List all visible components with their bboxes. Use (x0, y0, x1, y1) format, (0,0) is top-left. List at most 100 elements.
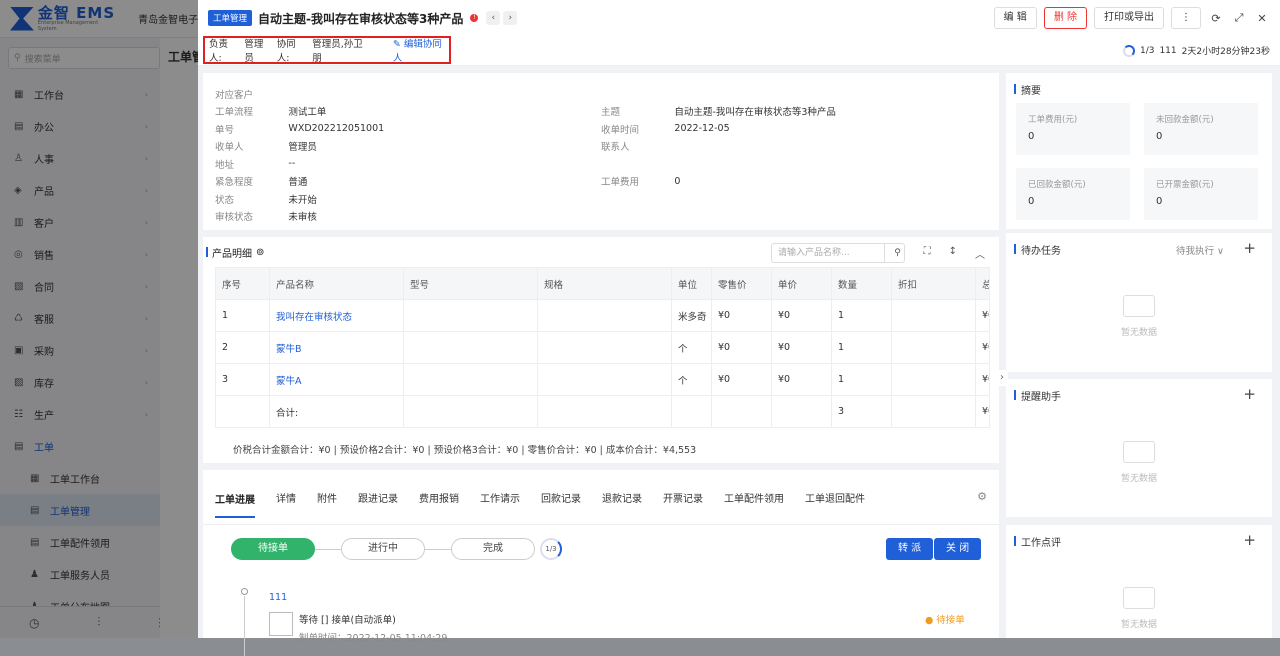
table-cell (891, 363, 976, 396)
empty-box-icon (1123, 295, 1155, 317)
close-order-button[interactable]: 关 闭 (934, 538, 982, 560)
info-card: 对应客户 工单流程 测试工单 主题 自动主题-我叫存在审核状态等3种产品 单号 WXD20… (203, 73, 999, 230)
step-pending: 待接单 (231, 538, 315, 560)
info-label: 地址 (215, 159, 235, 171)
expand-icon[interactable]: ⛶ (924, 246, 931, 261)
tab-item[interactable]: 开票记录 (663, 490, 703, 505)
add-reminder-icon[interactable]: + (1243, 385, 1256, 403)
table-cell (537, 395, 672, 428)
tab-item[interactable]: 工单退回配件 (805, 490, 865, 505)
tab-item[interactable]: 退款记录 (602, 490, 642, 505)
subheader: 负责人: 管理员 协同人: 管理员,孙卫朋 ✎ 编辑协同人 1/3 111 2天… (198, 36, 1280, 66)
prev-icon[interactable]: ‹ (486, 11, 501, 25)
modal-overlay[interactable] (0, 0, 198, 638)
review-card: 工作点评 + 暂无数据 (1006, 525, 1272, 638)
table-cell: ¥0 (975, 331, 990, 364)
gear-icon[interactable]: ⚙ (977, 490, 987, 503)
info-label: 联系人 (601, 142, 630, 154)
todo-title: 待办任务 (1021, 245, 1061, 257)
collapse-panel-icon[interactable]: › (996, 370, 1008, 386)
todo-header: 待办任务 待我执行 ∨ + (1006, 233, 1272, 265)
print-export-button[interactable]: 打印或导出 (1094, 7, 1164, 29)
metric-label: 已回款金额(元) (1028, 180, 1086, 190)
tab-item[interactable]: 附件 (317, 490, 337, 505)
collapse-up-icon[interactable]: ︿ (975, 246, 985, 261)
info-label: 审核状态 (215, 212, 254, 224)
review-title: 工作点评 (1021, 537, 1061, 549)
settings-icon[interactable]: ⊚ (256, 247, 264, 258)
transfer-button[interactable]: 转 派 (886, 538, 934, 560)
sort-icon[interactable]: ↕ (949, 246, 957, 261)
table-cell: ¥0 (711, 331, 772, 364)
page-title: 自动主题-我叫存在审核状态等3种产品 (258, 11, 464, 26)
step-count: 1/3 (540, 538, 562, 560)
pencil-icon: ✎ (392, 39, 401, 50)
empty-text: 暂无数据 (1120, 620, 1157, 630)
table-cell: 1 (831, 331, 892, 364)
timeline-line (244, 596, 245, 656)
info-value: -- (288, 158, 296, 170)
timeline-title[interactable]: 111 (269, 592, 287, 603)
add-todo-icon[interactable]: + (1243, 239, 1256, 257)
table-header-cell: 单价 (771, 267, 832, 300)
info-value: 未审核 (288, 212, 317, 224)
table-row: 2蒙牛B个¥0¥01¥0 (215, 331, 990, 364)
tab-item[interactable]: 工作请示 (480, 490, 520, 505)
table-header-cell: 型号 (403, 267, 538, 300)
tab-item[interactable]: 费用报销 (419, 490, 459, 505)
add-review-icon[interactable]: + (1243, 531, 1256, 549)
fullscreen-icon[interactable]: ⤢ (1231, 11, 1247, 25)
table-header-cell: 零售价 (711, 267, 772, 300)
table-cell: 1 (831, 363, 892, 396)
owner-label: 负责人: (209, 39, 229, 64)
info-label: 状态 (215, 194, 235, 206)
owner-value: 管理员 (244, 39, 264, 64)
table-cell (891, 331, 976, 364)
summary-title: 摘要 (1021, 85, 1041, 97)
table-cell (403, 363, 538, 396)
info-value: 0 (674, 175, 681, 187)
tab-item[interactable]: 工单进展 (215, 491, 255, 518)
section-bar (206, 247, 208, 257)
collaborator-value: 管理员,孙卫朋 (312, 39, 363, 64)
step-in-progress: 进行中 (341, 538, 425, 560)
alert-icon[interactable]: ! (470, 14, 479, 22)
status-badge: ● 待接单 (925, 615, 965, 626)
info-value: 管理员 (288, 142, 317, 154)
info-label: 工单流程 (215, 107, 254, 119)
info-label: 收单时间 (601, 124, 640, 136)
product-search-placeholder: 请输入产品名称... (778, 248, 850, 258)
reminder-title: 提醒助手 (1021, 391, 1061, 403)
table-body: 1我叫存在审核状态米多奇¥0¥01¥02蒙牛B个¥0¥01¥03蒙牛A个¥0¥0… (215, 299, 990, 428)
table-cell[interactable]: 蒙牛A (269, 363, 404, 396)
close-icon[interactable]: ✕ (1254, 12, 1270, 25)
next-icon[interactable]: › (503, 11, 518, 25)
table-header-cell: 规格 (537, 267, 672, 300)
table-cell[interactable]: 蒙牛B (269, 331, 404, 364)
todo-filter-dropdown[interactable]: 待我执行 ∨ (1176, 243, 1224, 257)
tab-item[interactable]: 详情 (276, 490, 296, 505)
table-cell[interactable]: 我叫存在审核状态 (269, 299, 404, 332)
more-button[interactable]: ⋮ (1171, 7, 1201, 29)
tab-item[interactable]: 跟进记录 (358, 490, 398, 505)
tab-item[interactable]: 回款记录 (541, 490, 581, 505)
metric-value: 0 (1156, 196, 1163, 207)
info-label: 工单费用 (601, 177, 640, 189)
empty-state: 暂无数据 (1006, 441, 1272, 484)
table-row: 3蒙牛A个¥0¥01¥0 (215, 363, 990, 396)
search-icon[interactable]: ⚲ (884, 244, 904, 262)
info-label: 收单人 (215, 142, 244, 154)
refresh-icon[interactable]: ⟳ (1208, 12, 1224, 25)
table-cell (215, 395, 270, 428)
product-search-input[interactable]: 请输入产品名称... ⚲ (771, 243, 905, 263)
summary-header: 摘要 (1006, 73, 1272, 105)
delete-button[interactable]: 删 除 (1043, 7, 1087, 29)
empty-box-icon (1123, 587, 1155, 609)
edit-button[interactable]: 编 辑 (993, 7, 1037, 29)
table-cell (671, 395, 712, 428)
table-cell (771, 395, 832, 428)
info-row: 单号 WXD202212051001 收单时间 2022-12-05 (215, 120, 987, 138)
timeline-time: 制单时间：2022-12-05 11:04:29 (299, 633, 448, 644)
tab-item[interactable]: 工单配件领用 (724, 490, 784, 505)
edit-collaborator-link[interactable]: ✎ 编辑协同人 (393, 36, 449, 64)
